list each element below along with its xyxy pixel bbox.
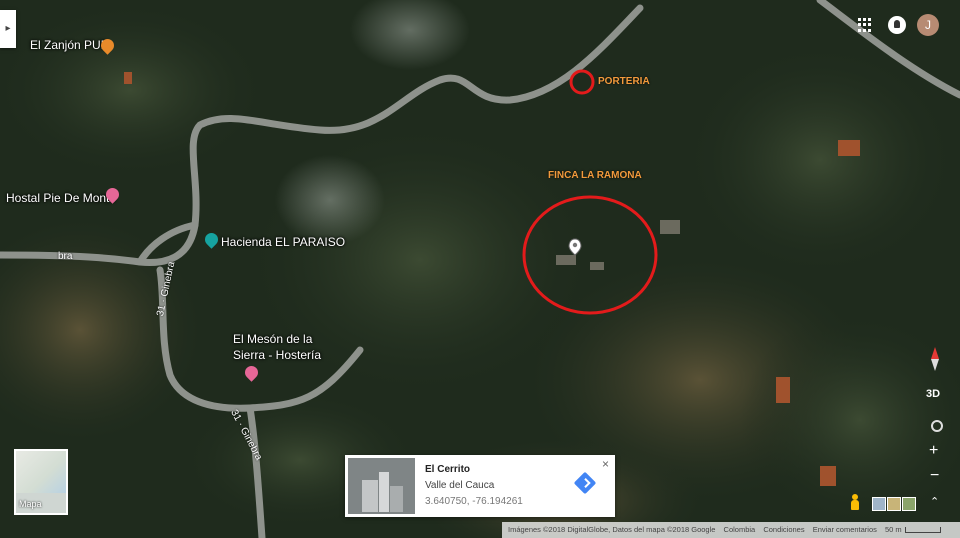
apps-grid-icon[interactable] <box>858 18 872 32</box>
scale-bar <box>904 527 941 534</box>
attribution-bar: Imágenes ©2018 DigitalGlobe, Datos del m… <box>502 522 960 538</box>
road-label-bra: bra <box>58 251 73 262</box>
map-preview-thumbnail <box>16 451 66 493</box>
zoom-in-button[interactable]: + <box>929 442 938 460</box>
place-label-zanjon[interactable]: El Zanjón PUB <box>30 38 109 52</box>
scale-label[interactable]: 50 m <box>885 525 902 534</box>
place-subtitle: Valle del Cauca <box>425 480 495 491</box>
place-label-hostal[interactable]: Hostal Pie De Monte <box>6 191 116 205</box>
annotation-finca: FINCA LA RAMONA <box>548 170 642 181</box>
directions-icon[interactable] <box>573 471 597 495</box>
place-title: El Cerrito <box>425 464 471 475</box>
street-view-pegman-icon[interactable] <box>851 494 859 510</box>
place-label-hacienda[interactable]: Hacienda EL PARAISO <box>221 235 345 249</box>
place-coordinates: 3.640750, -76.194261 <box>425 496 523 507</box>
my-location-icon[interactable] <box>931 420 943 432</box>
expand-chevron-icon[interactable]: ⌃ <box>930 495 939 508</box>
feedback-link[interactable]: Enviar comentarios <box>813 525 877 534</box>
account-avatar[interactable]: J <box>917 14 939 36</box>
tilt-3d-button[interactable]: 3D <box>926 388 940 400</box>
satellite-map[interactable]: El Zanjón PUB Hostal Pie De Monte Hacien… <box>0 0 960 538</box>
imagery-thumb-3[interactable] <box>902 497 916 511</box>
place-label-meson-line1[interactable]: El Mesón de la <box>233 332 312 346</box>
map-type-label: Mapa <box>19 499 42 509</box>
zoom-out-button[interactable]: − <box>930 467 939 485</box>
country-link[interactable]: Colombia <box>724 525 756 534</box>
annotation-porteria: PORTERIA <box>598 76 650 87</box>
imagery-thumb-1[interactable] <box>872 497 886 511</box>
side-panel-toggle[interactable]: ▸ <box>0 10 16 48</box>
compass-icon[interactable] <box>925 346 945 372</box>
notifications-bell-icon[interactable] <box>888 16 906 34</box>
terms-link[interactable]: Condiciones <box>763 525 804 534</box>
imagery-thumb-2[interactable] <box>887 497 901 511</box>
imagery-thumbnails[interactable] <box>872 497 916 511</box>
place-card[interactable]: El Cerrito Valle del Cauca 3.640750, -76… <box>345 455 615 517</box>
imagery-attribution: Imágenes ©2018 DigitalGlobe, Datos del m… <box>508 525 716 534</box>
place-photo-thumbnail[interactable] <box>348 458 415 514</box>
place-label-meson-line2[interactable]: Sierra - Hostería <box>233 348 321 362</box>
map-type-toggle[interactable]: Mapa <box>14 449 68 515</box>
close-icon[interactable]: × <box>602 457 609 471</box>
